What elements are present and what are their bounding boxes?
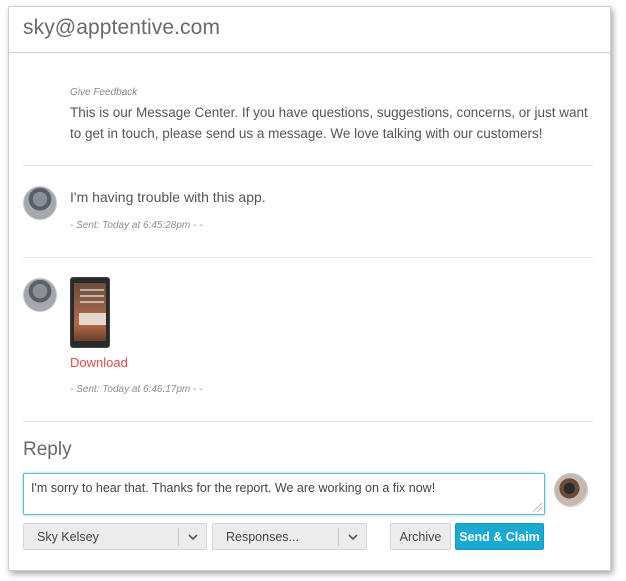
archive-button[interactable]: Archive bbox=[390, 523, 451, 550]
thumbnail-screen bbox=[74, 283, 106, 341]
user-avatar-icon bbox=[23, 278, 57, 312]
resize-handle-icon[interactable] bbox=[533, 503, 542, 512]
chevron-down-icon bbox=[348, 534, 358, 541]
download-link[interactable]: Download bbox=[70, 355, 128, 370]
message-timestamp: - Sent: Today at 6:46:17pm - - bbox=[70, 384, 203, 395]
message-center-window: sky@apptentive.com Give Feedback This is… bbox=[8, 6, 611, 571]
responses-select[interactable]: Responses... bbox=[212, 523, 367, 550]
responses-select-value: Responses... bbox=[226, 530, 299, 544]
intro-label: Give Feedback bbox=[70, 87, 138, 98]
message-timestamp: - Sent: Today at 6:45:28pm - - bbox=[70, 220, 203, 231]
attachment-thumbnail[interactable] bbox=[70, 277, 110, 348]
divider bbox=[23, 165, 593, 166]
chevron-down-icon bbox=[188, 534, 198, 541]
divider bbox=[23, 257, 593, 258]
thumbnail-card bbox=[79, 313, 106, 325]
send-and-claim-button[interactable]: Send & Claim bbox=[455, 523, 544, 550]
user-avatar-icon bbox=[23, 186, 57, 220]
message-text: I'm having trouble with this app. bbox=[70, 189, 266, 205]
assignee-select-value: Sky Kelsey bbox=[37, 530, 99, 544]
agent-avatar-icon bbox=[554, 473, 588, 507]
thumbnail-line bbox=[80, 289, 104, 291]
thumbnail-line bbox=[80, 301, 104, 303]
reply-title: Reply bbox=[23, 439, 72, 460]
intro-message: Give Feedback This is our Message Center… bbox=[70, 87, 590, 144]
assignee-select[interactable]: Sky Kelsey bbox=[23, 523, 207, 550]
reply-textarea[interactable]: I'm sorry to hear that. Thanks for the r… bbox=[23, 473, 545, 515]
select-separator bbox=[178, 528, 179, 546]
thumbnail-line bbox=[80, 295, 104, 297]
select-separator bbox=[338, 528, 339, 546]
conversation-email: sky@apptentive.com bbox=[23, 16, 221, 39]
intro-text: This is our Message Center. If you have … bbox=[70, 105, 588, 141]
divider bbox=[23, 421, 593, 422]
header: sky@apptentive.com bbox=[9, 7, 610, 53]
